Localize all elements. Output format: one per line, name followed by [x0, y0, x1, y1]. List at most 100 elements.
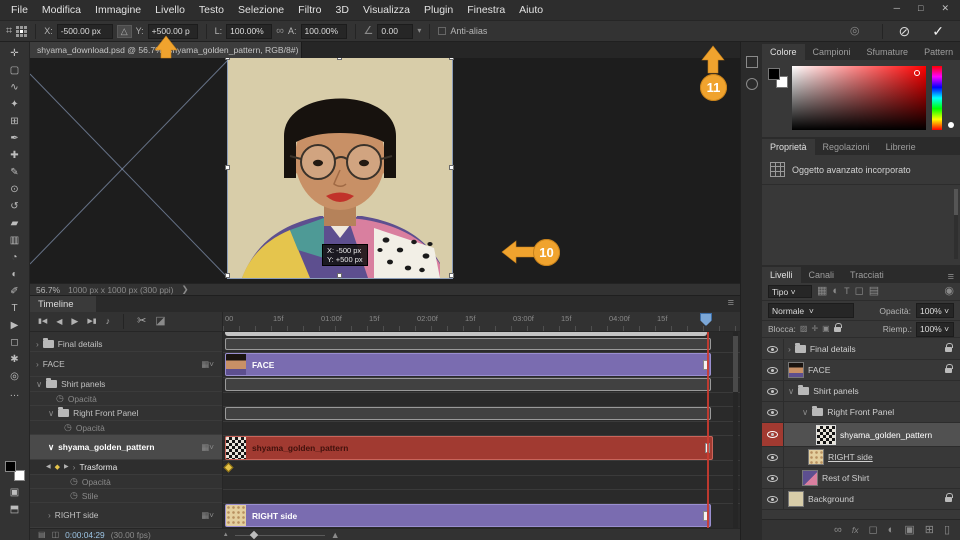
lock-position-icon[interactable]: ✛ [811, 325, 818, 333]
tab-regolazioni[interactable]: Regolazioni [815, 139, 878, 155]
timeline-menu-icon[interactable]: ≡ [728, 298, 734, 309]
work-area-bar[interactable] [225, 332, 707, 336]
playhead-line[interactable] [707, 332, 709, 528]
zoom-tool[interactable]: ◎ [4, 371, 26, 382]
move-tool[interactable]: ✛ [4, 48, 26, 59]
track-face[interactable]: › FACE ▦˅ [30, 352, 222, 377]
transform-handle[interactable] [449, 58, 454, 60]
visibility-toggle[interactable] [762, 339, 784, 359]
menu-filtro[interactable]: Filtro [291, 1, 328, 19]
visibility-toggle[interactable] [762, 402, 784, 422]
track-shirt-panels[interactable]: ∨ Shirt panels [30, 377, 222, 392]
clone-stamp-tool[interactable]: ⊙ [4, 184, 26, 195]
quick-mask-icon[interactable]: ▣ [4, 487, 26, 498]
commit-transform-button[interactable]: ✓ [932, 24, 944, 38]
track-right-front-panel[interactable]: ∨ Right Front Panel [30, 406, 222, 421]
collapsed-panel-icon[interactable] [746, 78, 758, 90]
height-input[interactable]: 100.00% [301, 24, 347, 39]
layer-row-background[interactable]: Background [762, 489, 960, 510]
transform-handle[interactable] [225, 273, 230, 278]
tab-livelli[interactable]: Livelli [762, 267, 801, 283]
go-to-first-frame-button[interactable]: ▮◀ [38, 318, 47, 325]
screen-mode-icon[interactable]: ⬒ [4, 504, 26, 515]
gradient-tool[interactable]: ▥ [4, 235, 26, 246]
timeline-convert-icon[interactable]: ▤ [38, 531, 46, 539]
pen-tool[interactable]: ✐ [4, 286, 26, 297]
warp-mode-icon[interactable]: ◎ [850, 26, 860, 37]
timeline-lane[interactable]: FACE shyama_golden_pattern RIGHT side [222, 332, 741, 528]
lock-transparent-icon[interactable]: ▨ [800, 325, 808, 333]
document-tab[interactable]: shyama_download.psd @ 56.7% (shyama_gold… [30, 42, 302, 58]
stopwatch-icon[interactable]: ◷ [64, 423, 72, 432]
y-input[interactable]: +500.00 p [148, 24, 198, 39]
minimize-button[interactable]: ─ [885, 0, 909, 17]
visibility-toggle[interactable] [762, 423, 784, 446]
previous-keyframe-icon[interactable]: ◀ [46, 464, 51, 470]
reference-point-grid[interactable] [16, 26, 27, 37]
tab-sfumature[interactable]: Sfumature [859, 44, 917, 60]
lock-all-icon[interactable] [834, 327, 841, 332]
lasso-tool[interactable]: ∿ [4, 82, 26, 93]
tab-canali[interactable]: Canali [801, 267, 843, 283]
menu-finestra[interactable]: Finestra [460, 1, 512, 19]
properties-scrollbar[interactable] [954, 189, 958, 259]
eraser-tool[interactable]: ▰ [4, 218, 26, 229]
group-bar-right-front-panel[interactable] [225, 407, 711, 420]
filter-shape-icon[interactable]: ◻ [855, 286, 864, 297]
stopwatch-icon[interactable]: ◷ [70, 491, 78, 500]
layer-row-shyama-golden-pattern[interactable]: shyama_golden_pattern [762, 423, 960, 447]
marquee-tool[interactable]: ▢ [4, 65, 26, 76]
next-frame-button[interactable]: ▶▮ [87, 318, 96, 325]
menu-testo[interactable]: Testo [192, 1, 231, 19]
track-opacity-3[interactable]: ◷ Opacità [30, 475, 222, 489]
delete-layer-icon[interactable]: ▯ [944, 525, 950, 536]
transform-handle[interactable] [225, 165, 230, 170]
maximize-button[interactable]: □ [909, 0, 932, 17]
layers-menu-icon[interactable]: ≡ [948, 272, 954, 283]
transform-handle[interactable] [449, 273, 454, 278]
filter-adjustment-icon[interactable]: ◐ [832, 286, 839, 297]
crop-tool[interactable]: ⊞ [4, 116, 26, 127]
healing-brush-tool[interactable]: ✚ [4, 150, 26, 161]
layer-row-final-details[interactable]: › Final details [762, 339, 960, 360]
filter-smartobject-icon[interactable]: ▤ [869, 286, 879, 297]
play-button[interactable]: ▶ [71, 317, 78, 326]
track-style[interactable]: ◷ Stile [30, 489, 222, 503]
width-input[interactable]: 100.00% [226, 24, 272, 39]
tab-campioni[interactable]: Campioni [805, 44, 859, 60]
zoom-level[interactable]: 56.7% [36, 285, 60, 295]
hue-strip[interactable] [932, 66, 942, 130]
angle-input[interactable]: 0.00 [377, 24, 413, 39]
tab-tracciati[interactable]: Tracciati [842, 267, 892, 283]
clip-face[interactable]: FACE [225, 353, 711, 376]
relative-position-delta-icon[interactable]: △ [117, 25, 132, 38]
keyframe-marker[interactable] [224, 463, 234, 473]
audio-mute-icon[interactable]: ♪ [106, 317, 111, 326]
group-bar-shirt-panels[interactable] [225, 378, 711, 391]
new-group-icon[interactable]: ▣ [904, 525, 914, 536]
new-layer-icon[interactable]: ⊞ [925, 525, 934, 536]
track-opacity-1[interactable]: ◷ Opacità [30, 392, 222, 406]
collapsed-panel-icon[interactable] [746, 56, 758, 68]
type-tool[interactable]: T [4, 303, 26, 314]
blur-tool[interactable]: ◔ [4, 252, 26, 263]
tab-librerie[interactable]: Librerie [878, 139, 924, 155]
foreground-background-swatches[interactable] [5, 461, 25, 481]
timeline-ruler[interactable]: 00 15f 01:00f 15f 02:00f 15f 03:00f 15f … [222, 312, 741, 332]
filter-toggle-icon[interactable]: ◉ [944, 286, 954, 297]
stopwatch-icon[interactable]: ◷ [70, 477, 78, 486]
angle-stepper-icon[interactable]: ▾ [417, 27, 421, 35]
layer-row-rest-of-shirt[interactable]: Rest of Shirt [762, 468, 960, 489]
previous-frame-button[interactable]: ◀ [56, 318, 62, 326]
quick-selection-tool[interactable]: ✦ [4, 99, 26, 110]
timeline-scrollbar[interactable] [733, 332, 738, 528]
zoom-in-icon[interactable]: ▲ [331, 531, 340, 540]
group-bar-final-details[interactable] [225, 338, 711, 350]
brush-tool[interactable]: ✎ [4, 167, 26, 178]
color-swatches[interactable] [768, 68, 788, 88]
transform-handle[interactable] [225, 58, 230, 60]
track-menu-icon[interactable]: ▦˅ [201, 359, 214, 369]
track-menu-icon[interactable]: ▦˅ [201, 510, 214, 520]
tab-pattern[interactable]: Pattern [916, 44, 960, 60]
track-transform-keyframes[interactable]: ◀ ◆ ▶ › Trasforma [30, 460, 222, 475]
